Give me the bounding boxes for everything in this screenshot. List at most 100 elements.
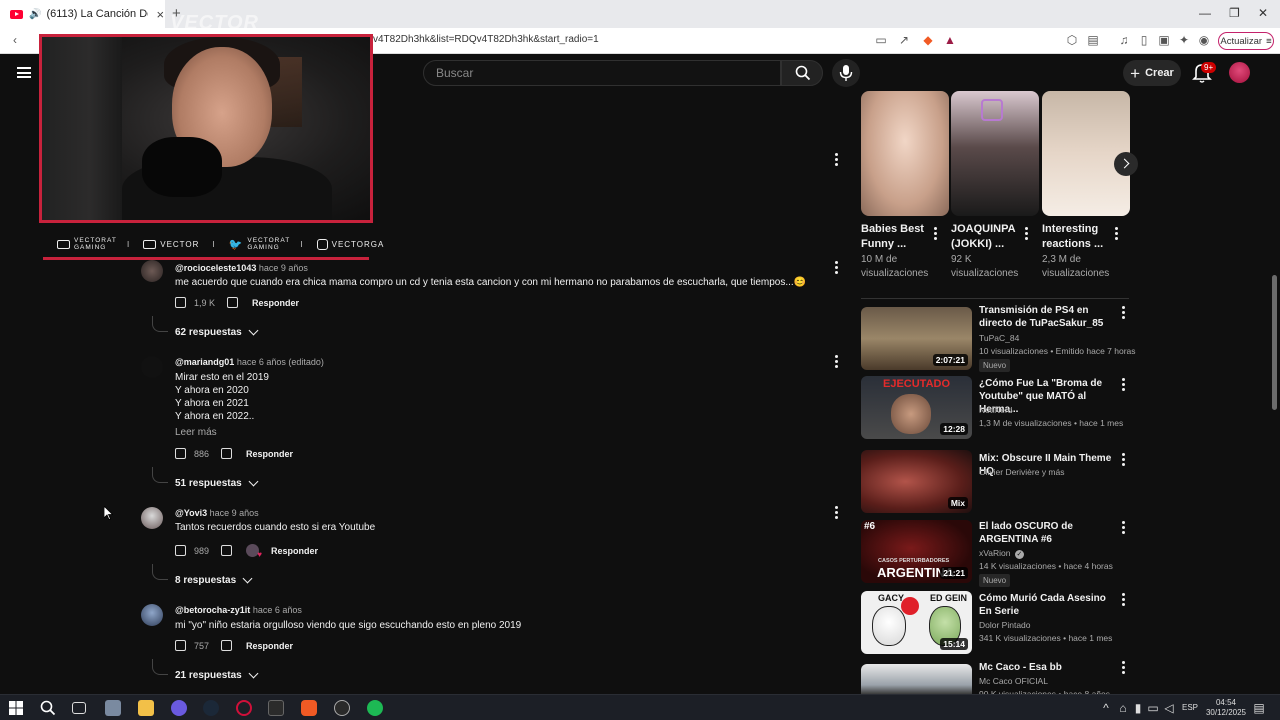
- show-replies-button[interactable]: 51 respuestas: [175, 476, 259, 489]
- comment-more-icon[interactable]: [835, 261, 839, 275]
- restore-icon[interactable]: ❐: [1229, 6, 1240, 20]
- comment-author[interactable]: @mariandg01: [175, 357, 234, 367]
- comment-avatar[interactable]: [141, 260, 163, 282]
- voice-search-button[interactable]: [832, 59, 860, 87]
- share-icon[interactable]: ↗: [897, 33, 911, 47]
- short-thumbnail[interactable]: [951, 91, 1039, 216]
- dislike-icon[interactable]: [221, 545, 233, 556]
- brave-shield-icon[interactable]: ◆: [921, 33, 935, 47]
- shorts-next-button[interactable]: [1114, 152, 1138, 176]
- leo-icon[interactable]: ✦: [1177, 33, 1191, 47]
- search-button[interactable]: [781, 60, 823, 86]
- video-channel[interactable]: Olivier Derivière y más: [979, 467, 1065, 477]
- comment-avatar[interactable]: [141, 604, 163, 626]
- short-more-icon[interactable]: [1115, 227, 1119, 241]
- show-replies-button[interactable]: 21 respuestas: [175, 668, 259, 681]
- video-channel[interactable]: NotiNerd: [979, 405, 1013, 415]
- video-title[interactable]: Cómo Murió Cada Asesino En Serie: [979, 592, 1114, 618]
- video-thumbnail[interactable]: GACY ED GEIN 15:14: [861, 591, 972, 654]
- search-icon[interactable]: [40, 700, 56, 716]
- back-icon[interactable]: ‹: [8, 33, 22, 47]
- like-icon[interactable]: [175, 545, 186, 556]
- video-channel[interactable]: Mc Caco OFICIAL: [979, 676, 1048, 686]
- video-channel[interactable]: xVaRion ✓: [979, 548, 1024, 559]
- tray-app-icon[interactable]: ⌂: [1116, 701, 1130, 715]
- comment-avatar[interactable]: [141, 507, 163, 529]
- reply-button[interactable]: Responder: [252, 298, 299, 308]
- media-icon[interactable]: ♫: [1117, 33, 1131, 47]
- video-title[interactable]: Transmisión de PS4 en directo de TuPacSa…: [979, 304, 1114, 330]
- search-input[interactable]: [423, 60, 781, 86]
- comment-author[interactable]: @betorocha-zy1it: [175, 605, 250, 615]
- network-icon[interactable]: ▭: [1146, 701, 1160, 715]
- extensions-icon[interactable]: ⬡: [1065, 33, 1079, 47]
- dislike-icon[interactable]: [227, 297, 239, 308]
- notifications-icon[interactable]: ▤: [1252, 701, 1266, 715]
- show-replies-button[interactable]: 62 respuestas: [175, 325, 259, 338]
- task-view-icon[interactable]: [72, 702, 86, 714]
- reply-button[interactable]: Responder: [246, 449, 293, 459]
- video-more-icon[interactable]: [1122, 521, 1126, 535]
- dislike-icon[interactable]: [221, 640, 233, 651]
- comment-author[interactable]: @Yovi3: [175, 508, 207, 518]
- brave-rewards-icon[interactable]: ▲: [943, 33, 957, 47]
- short-thumbnail[interactable]: [1042, 91, 1130, 216]
- like-icon[interactable]: [175, 448, 186, 459]
- url-text[interactable]: v4T82Dh3hk&list=RDQv4T82Dh3hk&start_radi…: [373, 34, 599, 45]
- browser-tab[interactable]: 🔊 (6113) La Canción De Homen ×: [0, 0, 165, 28]
- comment-more-icon[interactable]: [835, 355, 839, 369]
- comment-more-icon[interactable]: [835, 506, 839, 520]
- short-more-icon[interactable]: [934, 227, 938, 241]
- close-window-icon[interactable]: ✕: [1258, 6, 1268, 20]
- short-title[interactable]: JOAQUINPA (JOKKI) ...: [951, 222, 1023, 252]
- windows-start-icon[interactable]: [9, 701, 23, 715]
- brave-browser-icon[interactable]: [301, 700, 317, 716]
- cast-icon[interactable]: ▭: [874, 33, 888, 47]
- spotify-icon[interactable]: [367, 700, 383, 716]
- app-icon[interactable]: [105, 700, 121, 716]
- scrollbar-thumb[interactable]: [1272, 275, 1277, 410]
- wallet-icon[interactable]: ▣: [1157, 33, 1171, 47]
- video-thumbnail[interactable]: EJECUTADO 12:28: [861, 376, 972, 439]
- video-title[interactable]: El lado OSCURO de ARGENTINA #6: [979, 520, 1114, 546]
- video-channel[interactable]: TuPaC_84: [979, 333, 1019, 343]
- video-thumbnail[interactable]: Mix: [861, 450, 972, 513]
- video-thumbnail[interactable]: 2:07:21: [861, 307, 972, 370]
- hamburger-menu-icon[interactable]: [17, 67, 31, 78]
- comment-avatar[interactable]: [141, 356, 163, 378]
- video-more-icon[interactable]: [1122, 306, 1126, 320]
- reply-button[interactable]: Responder: [271, 546, 318, 556]
- video-more-icon[interactable]: [1122, 378, 1126, 392]
- video-channel[interactable]: Dolor Pintado: [979, 620, 1031, 630]
- comment-time[interactable]: hace 6 años: [253, 605, 302, 615]
- vpn-icon[interactable]: ◉: [1197, 33, 1211, 47]
- video-more-icon[interactable]: [1122, 453, 1126, 467]
- short-title[interactable]: Interesting reactions ...: [1042, 222, 1114, 252]
- comment-time[interactable]: hace 9 años: [259, 263, 308, 273]
- reply-button[interactable]: Responder: [246, 641, 293, 651]
- video-more-icon[interactable]: [1122, 661, 1126, 675]
- clock[interactable]: 04:54 30/12/2025: [1203, 698, 1249, 718]
- short-thumbnail[interactable]: [861, 91, 949, 216]
- microphone-icon[interactable]: ▮: [1131, 701, 1145, 715]
- short-more-icon[interactable]: [1025, 227, 1029, 241]
- chevron-up-icon[interactable]: ^: [1099, 701, 1113, 715]
- dislike-icon[interactable]: [221, 448, 233, 459]
- video-thumbnail[interactable]: #6 CASOS PERTURBADORES ARGENTINA 21:21: [861, 520, 972, 583]
- steam-icon[interactable]: [203, 700, 219, 716]
- file-explorer-icon[interactable]: [138, 700, 154, 716]
- minimize-icon[interactable]: —: [1199, 6, 1211, 20]
- update-button[interactable]: Actualizar ≡: [1218, 32, 1274, 50]
- video-more-icon[interactable]: [1122, 593, 1126, 607]
- app-icon[interactable]: [268, 700, 284, 716]
- comment-author[interactable]: @rocioceleste1043: [175, 263, 256, 273]
- language-indicator[interactable]: ESP: [1182, 703, 1198, 712]
- create-button[interactable]: + Crear: [1123, 60, 1181, 86]
- more-options-icon[interactable]: [835, 153, 839, 167]
- comment-time[interactable]: hace 6 años (editado): [237, 357, 324, 367]
- show-replies-button[interactable]: 8 respuestas: [175, 573, 253, 586]
- reader-icon[interactable]: ▤: [1086, 33, 1100, 47]
- close-tab-icon[interactable]: ×: [156, 7, 164, 22]
- read-more-link[interactable]: Leer más: [175, 427, 217, 438]
- discord-icon[interactable]: [171, 700, 187, 716]
